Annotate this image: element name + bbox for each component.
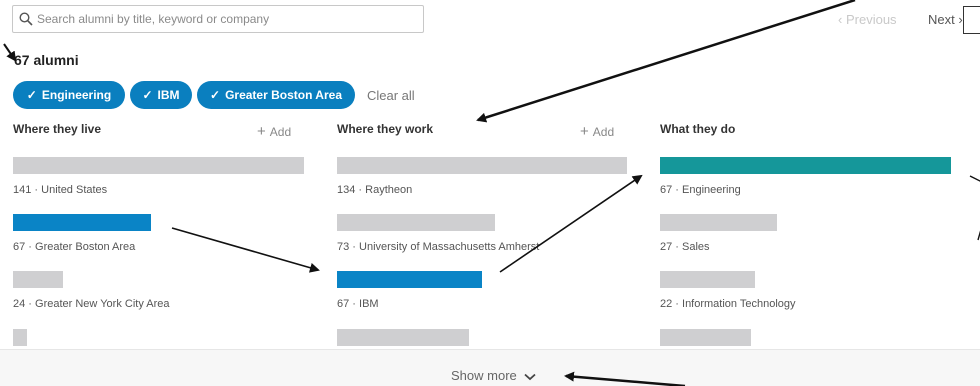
arrow-boston-to-ibm (171, 227, 320, 273)
footer-divider (0, 349, 980, 350)
alumni-count: 67 alumni (14, 52, 79, 68)
list-item[interactable]: 73 · University of Massachusetts Amherst (337, 241, 539, 253)
plus-icon: + (257, 123, 266, 140)
list-item[interactable]: 67 · Engineering (660, 184, 741, 196)
column-title-where-they-work: Where they work (337, 122, 434, 136)
list-item[interactable]: 24 · Greater New York City Area (13, 298, 170, 310)
bar-united-states[interactable] (13, 157, 304, 174)
next-label: Next (928, 12, 955, 27)
list-item[interactable]: 22 · Information Technology (660, 298, 796, 310)
bar-university-of-massachusetts-amherst[interactable] (337, 214, 495, 231)
bar-engineering[interactable] (660, 157, 951, 174)
bar-list-item-partial[interactable] (660, 329, 751, 346)
list-item[interactable]: 27 · Sales (660, 241, 710, 253)
bar-sales[interactable] (660, 214, 777, 231)
list-item[interactable]: 134 · Raytheon (337, 184, 412, 196)
search-box[interactable] (12, 5, 424, 33)
filter-pill-greater-boston-area[interactable]: ✓ Greater Boston Area (197, 81, 355, 109)
search-input[interactable] (37, 12, 397, 26)
bar-list-item-partial[interactable] (337, 329, 469, 346)
next-button[interactable]: Next › (928, 12, 963, 27)
add-location-button[interactable]: + Add (257, 123, 291, 140)
bar-raytheon[interactable] (337, 157, 627, 174)
show-more-label: Show more (451, 368, 517, 383)
show-more-button[interactable]: Show more (451, 368, 536, 383)
bar-information-technology[interactable] (660, 271, 755, 288)
bar-greater-new-york-city-area[interactable] (13, 271, 63, 288)
arrow-edge-right-top (969, 175, 980, 182)
filter-pill-ibm[interactable]: ✓ IBM (130, 81, 192, 109)
cropped-panel-edge (963, 6, 980, 34)
arrow-ibm-to-engineering (499, 174, 643, 273)
list-item[interactable]: 67 · IBM (337, 298, 379, 310)
add-label: Add (269, 125, 292, 139)
column-title-where-they-live: Where they live (13, 122, 102, 136)
list-item[interactable]: 67 · Greater Boston Area (13, 241, 135, 253)
previous-button[interactable]: ‹ Previous (838, 12, 897, 27)
filter-pill-label: Engineering (41, 88, 112, 102)
add-company-button[interactable]: + Add (580, 123, 614, 140)
bar-list-item-partial[interactable] (13, 329, 27, 346)
chevron-down-icon (524, 373, 536, 380)
column-title-what-they-do: What they do (660, 122, 736, 136)
list-item[interactable]: 141 · United States (13, 184, 107, 196)
bar-ibm[interactable] (337, 271, 482, 288)
clear-all-button[interactable]: Clear all (367, 88, 415, 103)
chevron-left-icon: ‹ (838, 12, 843, 27)
search-icon (19, 12, 33, 26)
filter-pill-label: Greater Boston Area (225, 88, 342, 102)
annotation-arrows (3, 0, 980, 386)
bar-greater-boston-area[interactable] (13, 214, 151, 231)
filter-pill-label: IBM (157, 88, 180, 102)
arrow-to-where-they-work (476, 0, 856, 123)
check-icon: ✓ (26, 88, 37, 102)
check-icon: ✓ (142, 88, 153, 102)
plus-icon: + (580, 123, 589, 140)
previous-label: Previous (845, 12, 897, 27)
filter-pill-engineering[interactable]: ✓ Engineering (13, 81, 125, 109)
check-icon: ✓ (210, 88, 221, 102)
add-label: Add (592, 125, 615, 139)
